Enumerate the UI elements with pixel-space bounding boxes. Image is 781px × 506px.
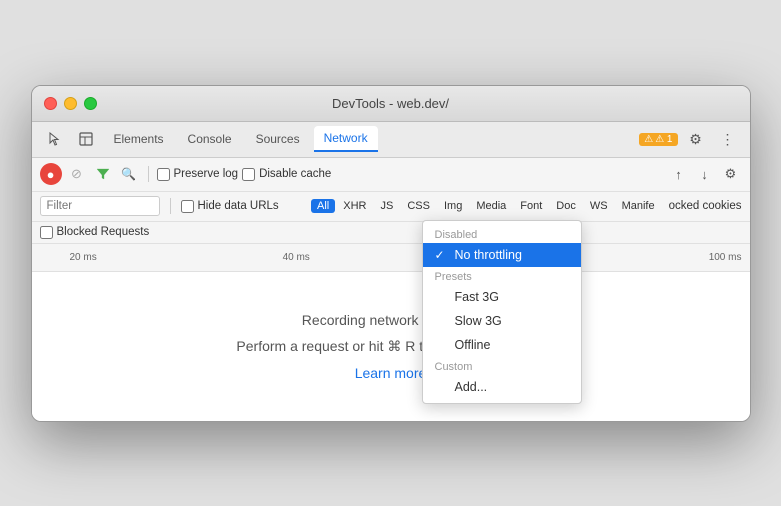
cursor-icon[interactable] [40,125,68,153]
warning-icon: ⚠ [644,134,653,145]
maximize-button[interactable] [84,97,97,110]
minimize-button[interactable] [64,97,77,110]
tab-sources[interactable]: Sources [246,126,310,152]
devtools-body: ● ⊘ 🔍 Preserve log Disable cache [32,158,750,421]
filter-input[interactable] [40,196,160,216]
dropdown-item-label: No throttling [455,248,522,262]
blocked-requests-checkbox[interactable] [40,226,53,239]
preserve-log-text: Preserve log [174,168,239,180]
panel-icon[interactable] [72,125,100,153]
warning-badge[interactable]: ⚠ ⚠ 1 [639,133,677,146]
type-filter-ws[interactable]: WS [584,199,614,213]
dropdown-item-label: Offline [455,338,491,352]
type-filter-manife[interactable]: Manife [616,199,661,213]
dropdown-item-addadd[interactable]: Add... [423,375,581,399]
type-filter-xhr[interactable]: XHR [337,199,372,213]
preserve-log-label[interactable]: Preserve log [157,168,239,181]
filter-divider [170,198,171,214]
hide-data-urls-text: Hide data URLs [198,200,279,212]
throttle-settings-icon: ⚙ [725,166,737,182]
type-filter-doc[interactable]: Doc [550,199,582,213]
filter-bar: Hide data URLs AllXHRJSCSSImgMediaFontDo… [32,192,750,222]
hide-data-urls-checkbox[interactable] [181,200,194,213]
disable-cache-label[interactable]: Disable cache [242,168,331,181]
tabs-bar: Elements Console Sources Network ⚠ ⚠ 1 ⚙… [32,122,750,158]
traffic-lights [44,97,97,110]
upload-button[interactable]: ↑ [668,163,690,185]
filter-right: AllXHRJSCSSImgMediaFontDocWSManife ocked… [311,199,741,213]
type-filter-js[interactable]: JS [375,199,400,213]
type-filter-all[interactable]: All [311,199,335,213]
record-button[interactable]: ● [40,163,62,185]
tab-elements[interactable]: Elements [104,126,174,152]
timeline-mark: 40 ms [283,252,310,263]
search-icon: 🔍 [121,167,136,181]
dropdown-item-label: Fast 3G [455,290,499,304]
stop-button[interactable]: ⊘ [66,163,88,185]
close-button[interactable] [44,97,57,110]
timeline-mark: 20 ms [70,252,97,263]
search-button[interactable]: 🔍 [118,163,140,185]
dropdown-item-label: Add... [455,380,488,394]
hide-data-urls-label[interactable]: Hide data URLs [181,200,279,213]
dropdown-section-label: Custom [423,357,581,375]
type-filter-css[interactable]: CSS [401,199,436,213]
timeline-mark: 100 ms [709,252,742,263]
title-bar: DevTools - web.dev/ [32,86,750,122]
record-icon: ● [47,167,55,182]
tab-network[interactable]: Network [314,126,378,152]
dropdown-item-fast-3g[interactable]: Fast 3G [423,285,581,309]
dropdown-item-label: Slow 3G [455,314,502,328]
type-filter-img[interactable]: Img [438,199,468,213]
blocked-cookies-text: ocked cookies [669,200,742,212]
more-tab-icon[interactable]: ⋮ [714,125,742,153]
timeline-marks: 20 ms40 ms60 ms100 ms [40,252,742,263]
dropdown-section-label: Presets [423,267,581,285]
settings-tab-icon[interactable]: ⚙ [682,125,710,153]
toolbar-divider-1 [148,166,149,182]
disable-cache-text: Disable cache [259,168,331,180]
disable-cache-checkbox[interactable] [242,168,255,181]
dropdown-item-slow-3g[interactable]: Slow 3G [423,309,581,333]
toolbar: ● ⊘ 🔍 Preserve log Disable cache [32,158,750,192]
dropdown-item-no-throttling[interactable]: ✓ No throttling [423,243,581,267]
tab-right-icons: ⚠ ⚠ 1 ⚙ ⋮ [639,125,741,153]
download-icon: ↓ [701,167,708,182]
download-button[interactable]: ↓ [694,163,716,185]
type-filter-font[interactable]: Font [514,199,548,213]
tab-console[interactable]: Console [178,126,242,152]
throttle-dropdown[interactable]: Disabled ✓ No throttling Presets Fast 3G Slow… [422,220,582,404]
throttle-settings-button[interactable]: ⚙ [720,163,742,185]
dropdown-section-label: Disabled [423,225,581,243]
window-title: DevTools - web.dev/ [332,96,449,111]
stop-icon: ⊘ [71,166,82,182]
blocked-requests-row: Blocked Requests [32,222,750,244]
preserve-log-checkbox[interactable] [157,168,170,181]
dropdown-item-offline[interactable]: Offline [423,333,581,357]
content-area: Recording network activity… Perform a re… [32,272,750,421]
check-icon: ✓ [435,248,449,262]
timeline-header: 20 ms40 ms60 ms100 ms [32,244,750,272]
blocked-requests-label: Blocked Requests [57,226,150,238]
upload-icon: ↑ [675,167,682,182]
badge-count: ⚠ 1 [655,134,672,145]
filter-button[interactable] [92,163,114,185]
type-filters: AllXHRJSCSSImgMediaFontDocWSManife [311,199,661,213]
learn-more-link[interactable]: Learn more [355,365,427,381]
type-filter-media[interactable]: Media [470,199,512,213]
filter-icon [96,167,110,181]
